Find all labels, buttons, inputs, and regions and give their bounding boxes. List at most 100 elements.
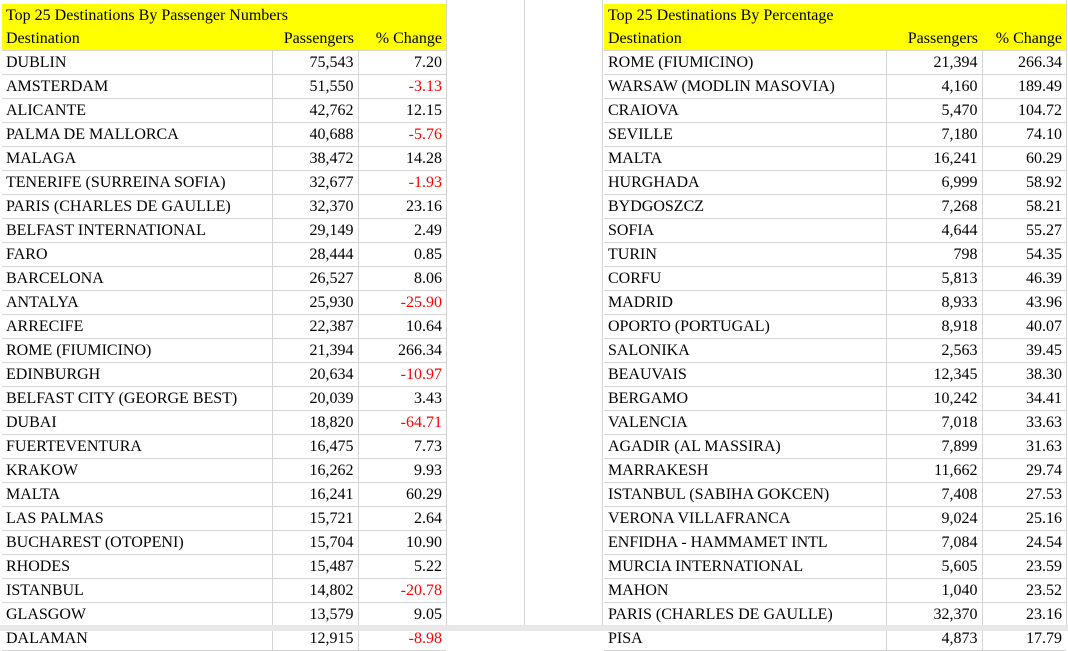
- change-cell[interactable]: 60.29: [358, 482, 446, 507]
- passengers-cell[interactable]: 4,160: [886, 74, 983, 99]
- passengers-cell[interactable]: 14,802: [272, 578, 359, 603]
- destination-cell[interactable]: HURGHADA: [604, 170, 887, 195]
- change-cell[interactable]: 7.73: [358, 434, 446, 459]
- passengers-cell[interactable]: 11,662: [886, 458, 983, 483]
- passengers-cell[interactable]: 26,527: [272, 266, 359, 291]
- destination-cell[interactable]: CORFU: [604, 266, 887, 291]
- passengers-cell[interactable]: 51,550: [272, 74, 359, 99]
- passengers-cell[interactable]: 25,930: [272, 290, 359, 315]
- destination-cell[interactable]: PARIS (CHARLES DE GAULLE): [604, 602, 887, 627]
- destination-cell[interactable]: KRAKOW: [2, 458, 273, 483]
- change-cell[interactable]: 55.27: [982, 218, 1066, 243]
- destination-cell[interactable]: ENFIDHA - HAMMAMET INTL: [604, 530, 887, 555]
- destination-cell[interactable]: BARCELONA: [2, 266, 273, 291]
- passengers-cell[interactable]: 28,444: [272, 242, 359, 267]
- change-cell[interactable]: 40.07: [982, 314, 1066, 339]
- change-cell[interactable]: 2.64: [358, 506, 446, 531]
- passengers-cell[interactable]: 7,408: [886, 482, 983, 507]
- destination-cell[interactable]: ROME (FIUMICINO): [2, 338, 273, 363]
- passengers-cell[interactable]: 9,024: [886, 506, 983, 531]
- destination-cell[interactable]: RHODES: [2, 554, 273, 579]
- destination-cell[interactable]: VERONA VILLAFRANCA: [604, 506, 887, 531]
- destination-cell[interactable]: MAHON: [604, 578, 887, 603]
- change-cell[interactable]: 9.05: [358, 602, 446, 627]
- destination-cell[interactable]: ISTANBUL (SABIHA GOKCEN): [604, 482, 887, 507]
- horizontal-scrollbar[interactable]: [0, 625, 1068, 631]
- destination-cell[interactable]: BYDGOSZCZ: [604, 194, 887, 219]
- change-cell[interactable]: 7.20: [358, 50, 446, 75]
- change-cell[interactable]: -20.78: [358, 578, 446, 603]
- destination-cell[interactable]: PARIS (CHARLES DE GAULLE): [2, 194, 273, 219]
- passengers-cell[interactable]: 32,370: [272, 194, 359, 219]
- change-cell[interactable]: 10.64: [358, 314, 446, 339]
- passengers-cell[interactable]: 8,918: [886, 314, 983, 339]
- change-cell[interactable]: 27.53: [982, 482, 1066, 507]
- change-cell[interactable]: 24.54: [982, 530, 1066, 555]
- change-cell[interactable]: 33.63: [982, 410, 1066, 435]
- passengers-cell[interactable]: 7,018: [886, 410, 983, 435]
- destination-cell[interactable]: EDINBURGH: [2, 362, 273, 387]
- change-cell[interactable]: 266.34: [358, 338, 446, 363]
- change-cell[interactable]: -10.97: [358, 362, 446, 387]
- destination-cell[interactable]: PALMA DE MALLORCA: [2, 122, 273, 147]
- destination-cell[interactable]: AGADIR (AL MASSIRA): [604, 434, 887, 459]
- passengers-cell[interactable]: 7,268: [886, 194, 983, 219]
- header-destination[interactable]: Destination: [604, 27, 886, 51]
- change-cell[interactable]: 39.45: [982, 338, 1066, 363]
- passengers-cell[interactable]: 1,040: [886, 578, 983, 603]
- change-cell[interactable]: 3.43: [358, 386, 446, 411]
- passengers-cell[interactable]: 5,470: [886, 98, 983, 123]
- change-cell[interactable]: 29.74: [982, 458, 1066, 483]
- change-cell[interactable]: 43.96: [982, 290, 1066, 315]
- change-cell[interactable]: 0.85: [358, 242, 446, 267]
- change-cell[interactable]: 189.49: [982, 74, 1066, 99]
- destination-cell[interactable]: VALENCIA: [604, 410, 887, 435]
- passengers-cell[interactable]: 5,605: [886, 554, 983, 579]
- passengers-cell[interactable]: 7,180: [886, 122, 983, 147]
- destination-cell[interactable]: BUCHAREST (OTOPENI): [2, 530, 273, 555]
- passengers-cell[interactable]: 13,579: [272, 602, 359, 627]
- change-cell[interactable]: 23.16: [982, 602, 1066, 627]
- change-cell[interactable]: 58.92: [982, 170, 1066, 195]
- change-cell[interactable]: 12.15: [358, 98, 446, 123]
- passengers-cell[interactable]: 5,813: [886, 266, 983, 291]
- change-cell[interactable]: -64.71: [358, 410, 446, 435]
- passengers-cell[interactable]: 20,634: [272, 362, 359, 387]
- destination-cell[interactable]: SOFIA: [604, 218, 887, 243]
- change-cell[interactable]: 9.93: [358, 458, 446, 483]
- destination-cell[interactable]: TENERIFE (SURREINA SOFIA): [2, 170, 273, 195]
- passengers-cell[interactable]: 18,820: [272, 410, 359, 435]
- change-cell[interactable]: 25.16: [982, 506, 1066, 531]
- header-change[interactable]: % Change: [982, 27, 1066, 51]
- passengers-cell[interactable]: 32,677: [272, 170, 359, 195]
- passengers-cell[interactable]: 6,999: [886, 170, 983, 195]
- change-cell[interactable]: 46.39: [982, 266, 1066, 291]
- destination-cell[interactable]: MALTA: [604, 146, 887, 171]
- destination-cell[interactable]: MALAGA: [2, 146, 273, 171]
- change-cell[interactable]: 10.90: [358, 530, 446, 555]
- change-cell[interactable]: 58.21: [982, 194, 1066, 219]
- passengers-cell[interactable]: 8,933: [886, 290, 983, 315]
- passengers-cell[interactable]: 15,704: [272, 530, 359, 555]
- passengers-cell[interactable]: 42,762: [272, 98, 359, 123]
- destination-cell[interactable]: MALTA: [2, 482, 273, 507]
- passengers-cell[interactable]: 38,472: [272, 146, 359, 171]
- destination-cell[interactable]: GLASGOW: [2, 602, 273, 627]
- header-change[interactable]: % Change: [358, 27, 446, 51]
- destination-cell[interactable]: SEVILLE: [604, 122, 887, 147]
- destination-cell[interactable]: OPORTO (PORTUGAL): [604, 314, 887, 339]
- change-cell[interactable]: 266.34: [982, 50, 1066, 75]
- destination-cell[interactable]: DUBLIN: [2, 50, 273, 75]
- destination-cell[interactable]: MADRID: [604, 290, 887, 315]
- change-cell[interactable]: -5.76: [358, 122, 446, 147]
- change-cell[interactable]: -1.93: [358, 170, 446, 195]
- change-cell[interactable]: 38.30: [982, 362, 1066, 387]
- header-passengers[interactable]: Passengers: [272, 27, 358, 51]
- passengers-cell[interactable]: 32,370: [886, 602, 983, 627]
- change-cell[interactable]: 23.59: [982, 554, 1066, 579]
- change-cell[interactable]: 34.41: [982, 386, 1066, 411]
- passengers-cell[interactable]: 16,262: [272, 458, 359, 483]
- change-cell[interactable]: 104.72: [982, 98, 1066, 123]
- header-passengers[interactable]: Passengers: [886, 27, 982, 51]
- passengers-cell[interactable]: 75,543: [272, 50, 359, 75]
